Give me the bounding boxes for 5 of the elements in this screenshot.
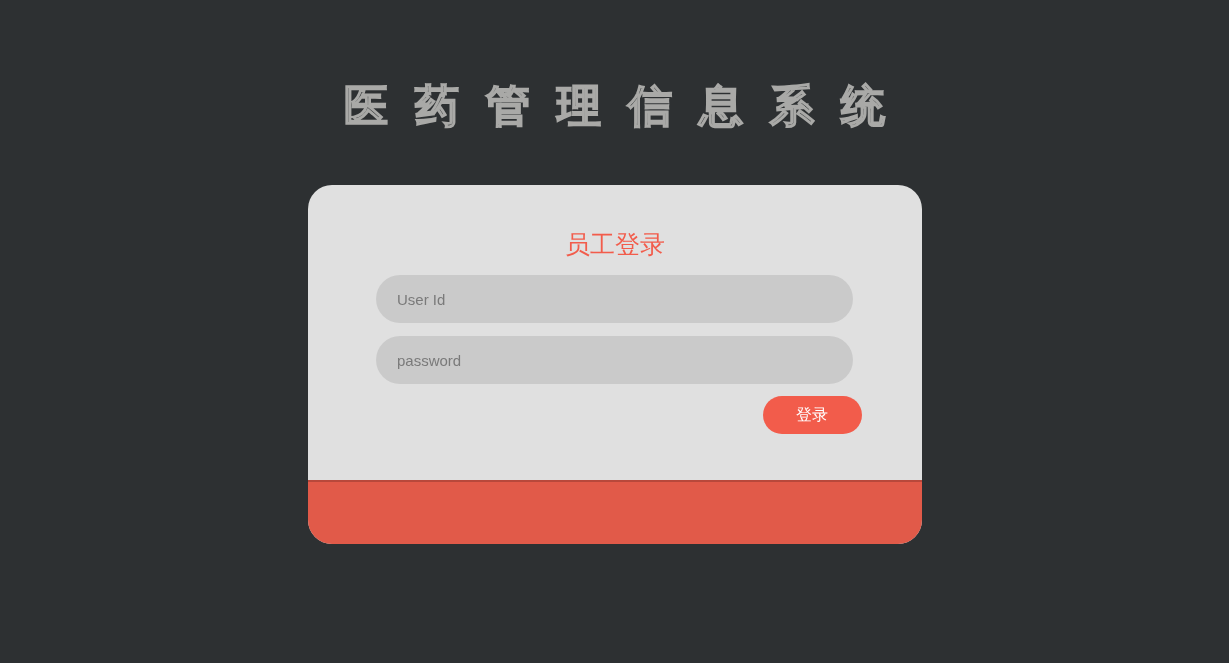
app-title: 医药管理信息系统 [343,79,912,133]
user-id-field[interactable]: User Id [376,275,853,323]
password-field[interactable]: password [376,336,853,384]
login-button[interactable]: 登录 [762,396,862,434]
login-heading: 员工登录 [564,229,665,259]
